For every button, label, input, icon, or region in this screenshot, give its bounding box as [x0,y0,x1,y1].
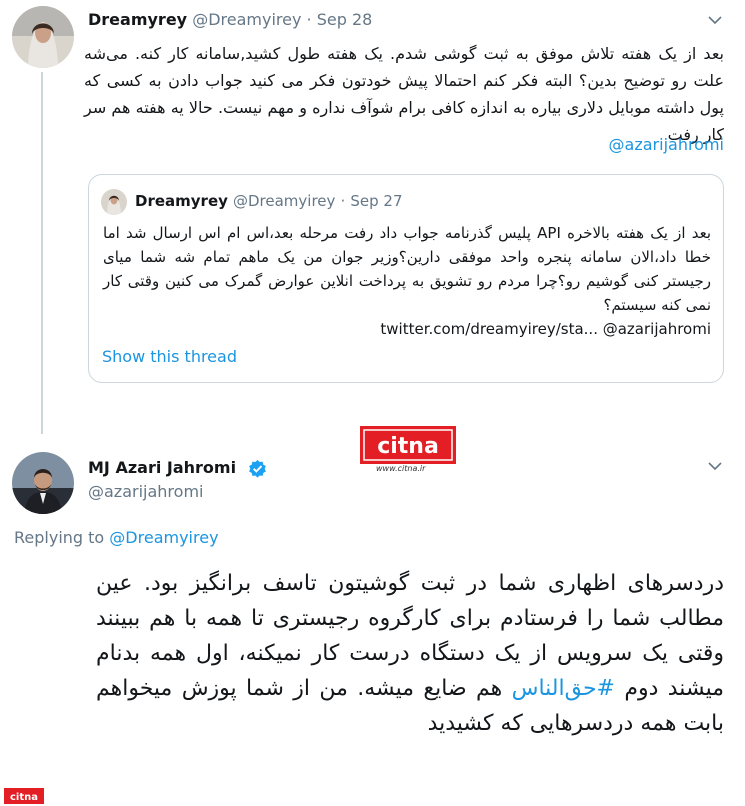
quoted-tweet-body: بعد از یک هفته بالاخره API پلیس گذرنامه … [103,224,712,314]
tweet1-author-name[interactable]: Dreamyrey [88,10,187,29]
tweet1-author-handle[interactable]: @Dreamyirey [192,10,301,29]
thread-connector-line [41,72,43,434]
verified-badge-icon [248,459,267,482]
quoted-author-name: Dreamyrey [135,192,228,210]
tweet2-text: دردسرهای اظهاری شما در ثبت گوشیتون تاسف … [96,566,724,741]
tweet2-author-handle[interactable]: @azarijahromi [88,482,203,501]
quoted-tweet-text: بعد از یک هفته بالاخره API پلیس گذرنامه … [103,221,711,341]
tweet1-date[interactable]: Sep 28 [317,10,373,29]
replying-to-label: Replying to [14,528,110,547]
tweet1-mention-link[interactable]: @azarijahromi [609,135,724,154]
citna-logo-text: citna [377,434,439,459]
citna-corner-logo: citna [4,788,44,806]
quoted-date: Sep 27 [350,192,403,210]
tweet2-author-name[interactable]: MJ Azari Jahromi [88,458,236,477]
quoted-tweet-card[interactable]: Dreamyrey @Dreamyirey · Sep 27 بعد از یک… [88,174,724,383]
quoted-author-avatar[interactable] [101,189,127,215]
tweet1-header: Dreamyrey @Dreamyirey · Sep 28 [88,10,372,29]
tweet1-separator: · [306,10,312,29]
tweet1-text: بعد از یک هفته تلاش موفق به ثبت گوشی شدم… [84,44,724,144]
tweet1-chevron-down-icon[interactable] [708,14,722,29]
replying-to-mention-link[interactable]: @Dreamyirey [109,528,218,547]
quoted-separator: · [340,192,346,210]
dreamyrey-avatar[interactable] [12,6,74,68]
citna-url: www.citna.ir [376,464,426,473]
show-thread-link[interactable]: Show this thread [102,347,237,366]
quoted-tweet-header: Dreamyrey @Dreamyirey · Sep 27 [135,191,403,210]
replying-to-line: Replying to @Dreamyirey [14,528,219,547]
quoted-author-handle: @Dreamyirey [233,192,336,210]
citna-corner-text: citna [10,792,38,803]
tweet2-chevron-down-icon[interactable] [708,460,722,475]
hashtag-link[interactable]: #حق‌الناس [512,676,615,701]
quoted-tweet-link-line[interactable]: twitter.com/dreamyirey/sta... @azarijahr… [103,317,711,341]
azarijahromi-avatar[interactable] [12,452,74,514]
